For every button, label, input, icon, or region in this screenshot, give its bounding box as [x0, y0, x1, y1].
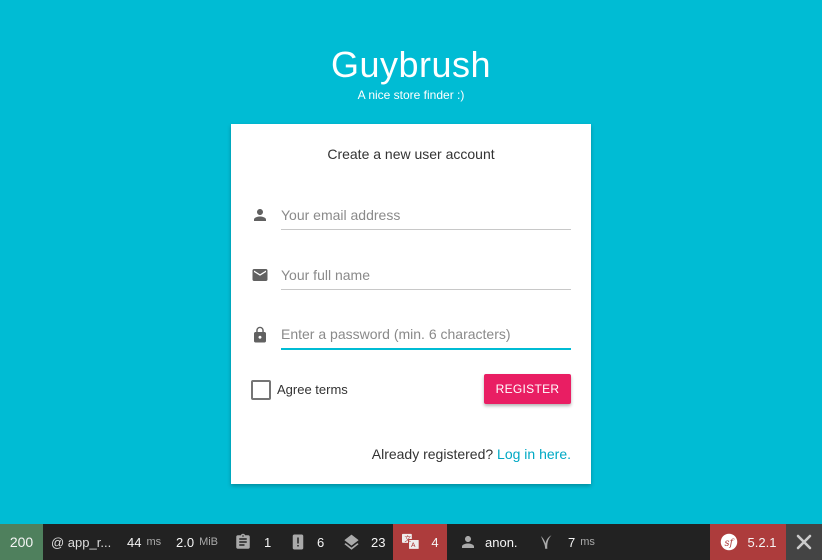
route-panel[interactable]: @ app_r... [51, 524, 111, 560]
fullname-field-group [251, 256, 571, 296]
twig-icon [541, 535, 552, 549]
symfony-version-panel[interactable]: sf 5.2.1 [710, 524, 786, 560]
time-panel[interactable]: 44 ms [127, 524, 161, 560]
debug-toolbar: 200 @ app_r... 44 ms 2.0 MiB 1 6 23 文A 4… [0, 524, 822, 560]
brand-title: Guybrush [330, 44, 492, 85]
translation-panel[interactable]: 文A 4 [393, 524, 447, 560]
cache-panel[interactable]: 23 [342, 524, 385, 560]
password-input[interactable] [281, 316, 571, 350]
svg-text:A: A [411, 541, 416, 549]
status-code: 200 [9, 534, 34, 550]
status-code-badge[interactable]: 200 [0, 524, 43, 560]
register-card: Create a new user account Agree terms RE… [231, 124, 591, 484]
login-link[interactable]: Log in here. [497, 446, 571, 462]
user-panel[interactable]: anon. [459, 524, 518, 560]
memory-unit: MiB [199, 536, 219, 548]
login-prompt-line: Already registered? Log in here. [372, 446, 571, 462]
forms-panel[interactable]: 1 [234, 524, 271, 560]
agree-terms-label[interactable]: Agree terms [277, 382, 348, 397]
clipboard-icon [236, 533, 250, 549]
toolbar-close-button[interactable] [786, 524, 822, 560]
twig-panel[interactable]: 7 ms [538, 524, 595, 560]
validator-panel[interactable]: 6 [289, 524, 324, 560]
fullname-input[interactable] [281, 256, 571, 290]
cache-count: 23 [371, 534, 386, 550]
person-icon [254, 209, 266, 221]
password-field-group [251, 316, 571, 356]
layers-icon [344, 534, 359, 550]
user-name: anon. [485, 534, 518, 550]
twig-time-unit: ms [580, 536, 595, 548]
mail-icon [252, 269, 268, 281]
email-field-group [251, 196, 571, 236]
memory-value: 2.0 [176, 534, 195, 550]
validator-count: 6 [317, 534, 325, 550]
register-button[interactable]: REGISTER [484, 374, 571, 404]
alert-book-icon [292, 534, 304, 550]
agree-terms-checkbox[interactable] [251, 380, 271, 400]
login-prompt: Already registered? [371, 446, 494, 462]
time-unit: ms [146, 536, 162, 548]
time-value: 44 [127, 534, 142, 550]
translation-count: 4 [431, 534, 439, 550]
close-icon [796, 534, 812, 550]
symfony-version: 5.2.1 [747, 534, 777, 550]
translate-icon: 文A [402, 533, 421, 550]
brand-tagline: A nice store finder :) [357, 88, 465, 102]
symfony-icon: sf [720, 533, 737, 551]
forms-count: 1 [264, 534, 272, 550]
user-icon [462, 536, 474, 548]
lock-icon [254, 326, 266, 343]
twig-time-value: 7 [568, 534, 576, 550]
email-input[interactable] [281, 196, 571, 230]
memory-panel[interactable]: 2.0 MiB [176, 524, 218, 560]
form-heading: Create a new user account [327, 146, 495, 162]
route-name: @ app_r... [51, 534, 112, 550]
